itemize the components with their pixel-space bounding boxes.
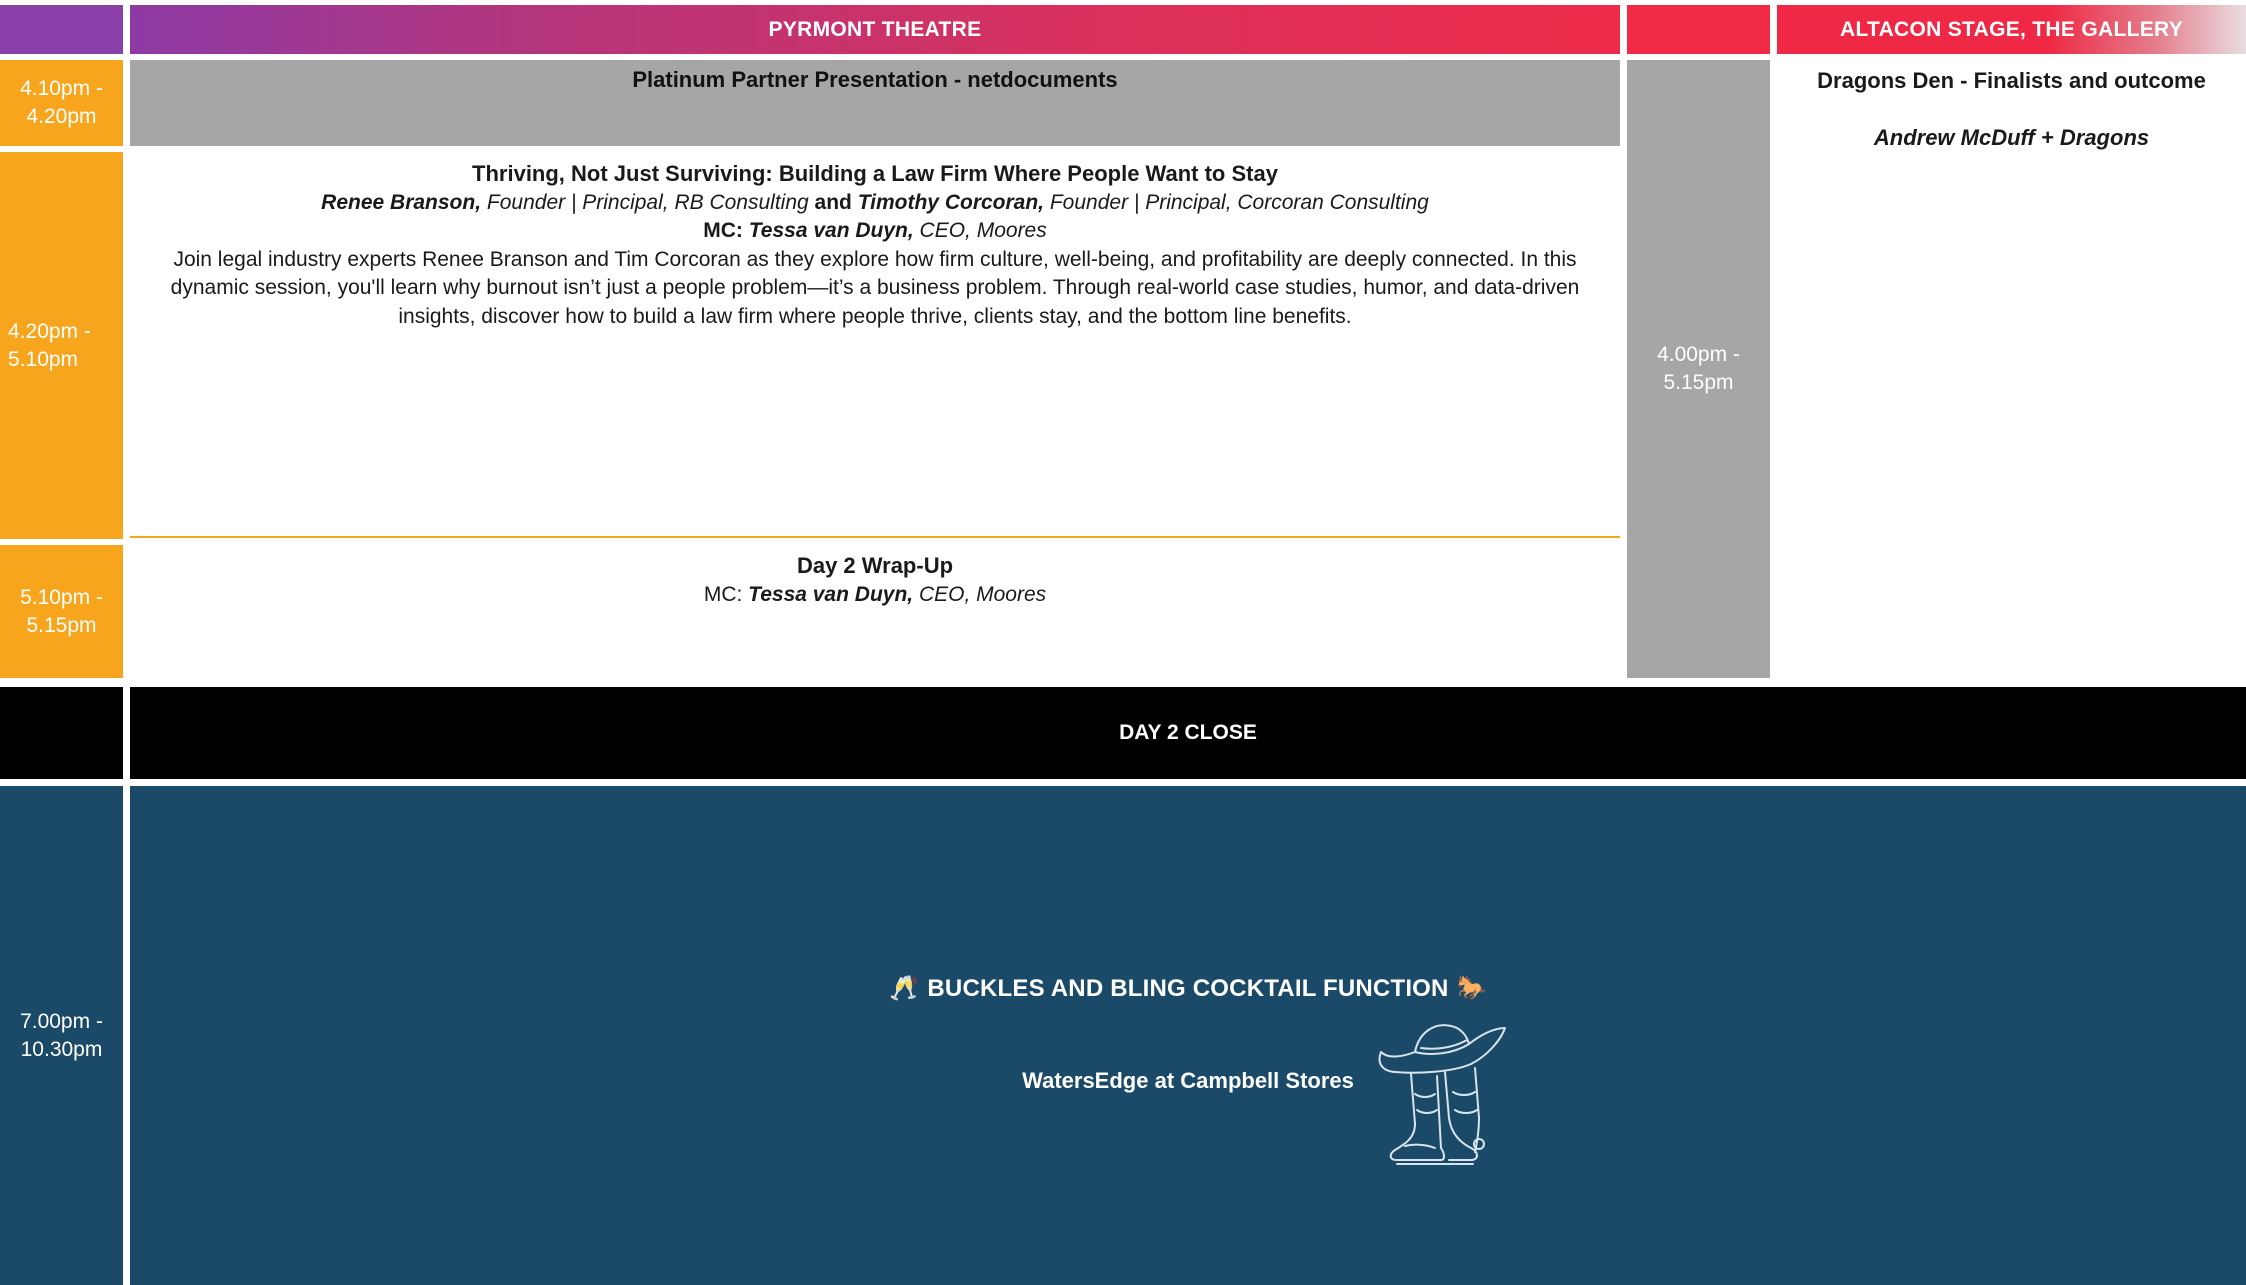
mc-role: CEO, Moores — [913, 582, 1047, 606]
session-title: Dragons Den - Finalists and outcome — [1817, 68, 2206, 93]
mc-name: Tessa van Duyn, — [748, 582, 914, 606]
speaker-name: Timothy Corcoran, — [857, 190, 1045, 214]
mc-label: MC: — [703, 219, 749, 242]
speaker-role: Founder | Principal, Corcoran Consulting — [1044, 190, 1429, 214]
pyrmont-theatre-title: PYRMONT THEATRE — [768, 17, 982, 41]
mc-name: Tessa van Duyn, — [748, 219, 914, 242]
day2-wrap-up-session: Day 2 Wrap-Up MC: Tessa van Duyn, CEO, M… — [130, 544, 1620, 678]
time-slot-thriving: 4.20pm - 5.10pm — [0, 152, 123, 539]
time-end: 10.30pm — [20, 1037, 103, 1061]
session-speakers: Andrew McDuff + Dragons — [1873, 125, 2150, 150]
speaker-conjunction: and — [808, 190, 858, 214]
session-description: Join legal industry experts Renee Branso… — [170, 247, 1580, 328]
session-title: Platinum Partner Presentation - netdocum… — [632, 67, 1118, 92]
cocktail-venue: WatersEdge at Campbell Stores — [1022, 1068, 1354, 1093]
day2-close-banner: DAY 2 CLOSE — [130, 687, 2246, 779]
altacon-stage-header: ALTACON STAGE, THE GALLERY — [1777, 5, 2246, 54]
session-mc: MC: Tessa van Duyn, CEO, Moores — [130, 581, 1620, 610]
time-slot-platinum: 4.10pm - 4.20pm — [0, 60, 123, 146]
horse-icon: 🐎 — [1456, 975, 1487, 1002]
champagne-glasses-icon: 🥂 — [889, 975, 920, 1002]
cowboy-hat-and-boots-icon — [1378, 1024, 1506, 1165]
time-end: 4.20pm — [26, 105, 97, 128]
time-start: 7.00pm - — [20, 1009, 103, 1033]
mc-role: CEO, Moores — [913, 219, 1047, 242]
session-divider — [130, 536, 1620, 538]
session-speakers: Renee Branson, Founder | Principal, RB C… — [144, 189, 1606, 218]
platinum-partner-session: Platinum Partner Presentation - netdocum… — [130, 60, 1620, 146]
session-mc: MC: Tessa van Duyn, CEO, Moores — [144, 217, 1606, 246]
time-start: 5.10pm - — [20, 585, 103, 609]
cocktail-title: BUCKLES AND BLING COCKTAIL FUNCTION — [927, 975, 1449, 1002]
speaker-name: Renee Branson, — [321, 190, 482, 214]
speaker-role: Founder | Principal, RB Consulting — [481, 190, 809, 214]
time-start: 4.20pm - — [8, 319, 91, 343]
header-mid-spacer — [1627, 5, 1770, 54]
time-slot-cocktail: 7.00pm - 10.30pm — [0, 786, 123, 1285]
close-time-spacer — [0, 687, 123, 779]
time-end: 5.15pm — [1663, 371, 1734, 394]
altacon-stage-title: ALTACON STAGE, THE GALLERY — [1839, 17, 2183, 41]
session-title: Thriving, Not Just Surviving: Building a… — [472, 161, 1278, 186]
cocktail-title-line: 🥂 BUCKLES AND BLING COCKTAIL FUNCTION 🐎 — [130, 974, 2246, 1003]
time-slot-gallery: 4.00pm - 5.15pm — [1627, 60, 1770, 678]
thriving-session: Thriving, Not Just Surviving: Building a… — [130, 152, 1620, 539]
pyrmont-theatre-header: PYRMONT THEATRE — [130, 5, 1620, 54]
cocktail-function-block: 🥂 BUCKLES AND BLING COCKTAIL FUNCTION 🐎 Wa… — [130, 786, 2246, 1285]
header-time-spacer — [0, 5, 123, 54]
day2-close-title: DAY 2 CLOSE — [1119, 721, 1257, 744]
mc-label: MC: — [703, 582, 749, 606]
dragons-den-session: Dragons Den - Finalists and outcome Andr… — [1777, 60, 2246, 678]
time-slot-wrap: 5.10pm - 5.15pm — [0, 545, 123, 678]
time-end: 5.10pm — [8, 347, 79, 371]
time-start: 4.00pm - — [1657, 343, 1740, 366]
time-start: 4.10pm - — [20, 77, 103, 100]
session-title: Day 2 Wrap-Up — [796, 553, 954, 578]
time-end: 5.15pm — [26, 613, 97, 637]
